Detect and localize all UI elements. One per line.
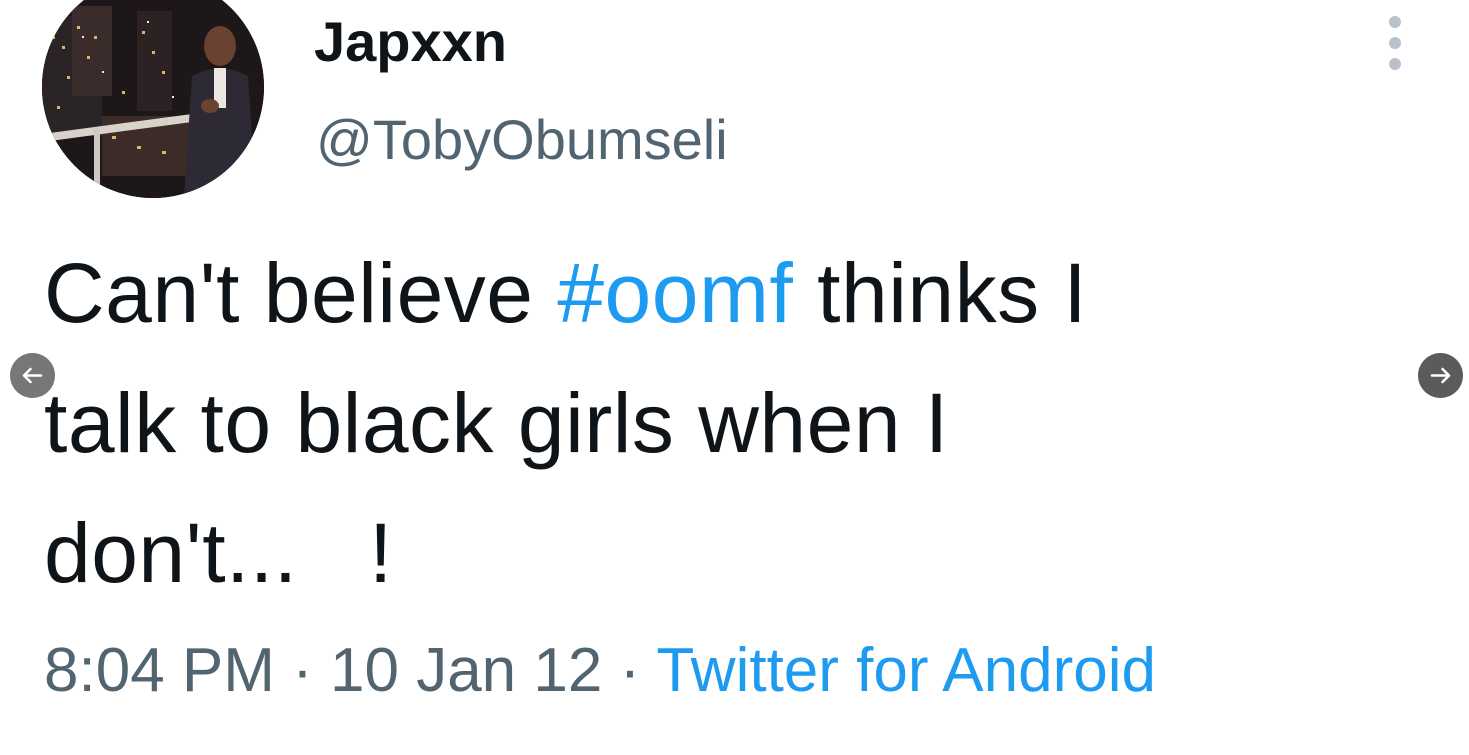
- tweet-time[interactable]: 8:04 PM: [44, 636, 275, 705]
- tweet-text-segment: Can't believe: [44, 246, 558, 340]
- avatar-photo: [42, 0, 264, 198]
- arrow-right-icon: [1430, 367, 1451, 384]
- tweet-text-line: don't... !: [44, 506, 393, 600]
- more-icon-dot: [1389, 58, 1401, 70]
- tweet-meta: 8:04 PM · 10 Jan 12 · Twitter for Androi…: [44, 628, 1156, 714]
- meta-separator: ·: [602, 636, 657, 705]
- tweet-date[interactable]: 10 Jan 12: [330, 636, 602, 705]
- avatar[interactable]: [42, 0, 264, 198]
- previous-button[interactable]: [10, 353, 55, 398]
- tweet-text: Can't believe #oomf thinks I talk to bla…: [44, 228, 1344, 618]
- tweet-source-link[interactable]: Twitter for Android: [656, 636, 1156, 705]
- arrow-left-icon: [22, 367, 43, 384]
- user-handle[interactable]: @TobyObumseli: [316, 100, 728, 180]
- tweet-text-line: Can't believe #oomf thinks I: [44, 228, 1344, 358]
- next-button[interactable]: [1418, 353, 1463, 398]
- tweet-text-segment: thinks I: [793, 246, 1088, 340]
- tweet-text-line: talk to black girls when I: [44, 376, 949, 470]
- display-name[interactable]: Japxxn: [314, 2, 507, 82]
- hashtag-link[interactable]: #oomf: [557, 246, 793, 340]
- more-icon-dot: [1389, 37, 1401, 49]
- meta-separator: ·: [274, 636, 331, 705]
- more-options-button[interactable]: [1376, 12, 1414, 74]
- more-icon-dot: [1389, 16, 1401, 28]
